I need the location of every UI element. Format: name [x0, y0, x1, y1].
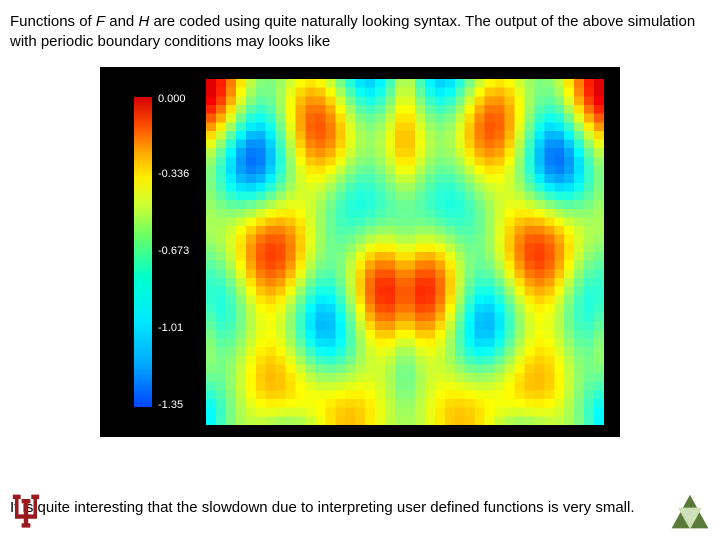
colorbar-tick-3: -1.01 [158, 322, 183, 334]
heatmap [206, 79, 604, 425]
outro-paragraph: It is quite interesting that the slowdow… [10, 498, 710, 518]
heatmap-canvas [206, 79, 604, 425]
var-H: H [138, 13, 149, 30]
colorbar-tick-1: -0.336 [158, 168, 189, 180]
intro-paragraph: Functions of F and H are coded using qui… [0, 0, 720, 61]
colorbar-tick-4: -1.35 [158, 399, 183, 411]
figure-container: 0.000 -0.336 -0.673 -1.01 -1.35 [0, 67, 720, 437]
intro-text-2: and [105, 13, 138, 30]
simulation-figure: 0.000 -0.336 -0.673 -1.01 -1.35 [100, 67, 620, 437]
var-F: F [96, 13, 105, 30]
colorbar-tick-2: -0.673 [158, 245, 189, 257]
intro-text-1: Functions of [10, 13, 96, 30]
colorbar [134, 97, 152, 407]
colorbar-tick-0: 0.000 [158, 93, 186, 105]
iu-trident-logo-icon [4, 488, 48, 532]
corner-mark-icon [670, 494, 710, 530]
